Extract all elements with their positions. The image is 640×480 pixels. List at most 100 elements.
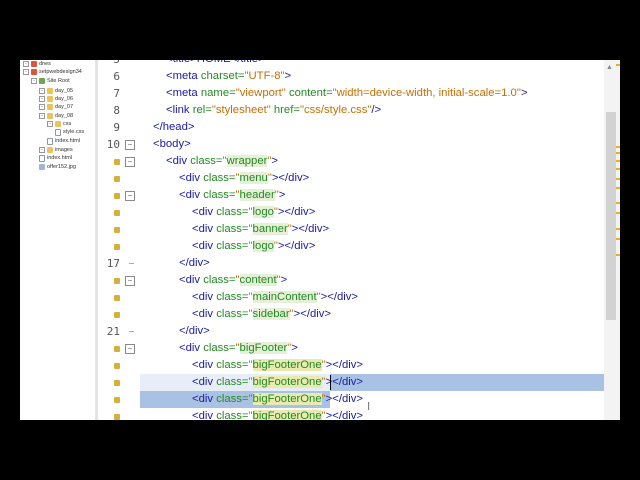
vertical-scrollbar[interactable]: ▲ xyxy=(604,60,620,420)
scrollbar-marker xyxy=(616,228,620,230)
expand-toggle-icon[interactable]: − xyxy=(47,121,53,127)
code-token: class= xyxy=(216,308,249,320)
folder-icon xyxy=(47,88,53,94)
tree-item[interactable]: − dnes xyxy=(23,60,51,68)
expand-toggle-icon[interactable]: − xyxy=(31,78,37,84)
code-line[interactable]: <div class="bigFooterOne"></div> xyxy=(192,374,363,391)
tree-item[interactable]: − day_06 xyxy=(39,95,73,103)
code-token: <link xyxy=(166,104,193,116)
tree-item[interactable]: style.css xyxy=(55,128,84,136)
code-line[interactable]: <div class="banner"></div> xyxy=(192,221,329,238)
code-token: </div> xyxy=(179,325,210,337)
tree-item[interactable]: − Site Root xyxy=(31,77,70,85)
tree-item[interactable]: index.html xyxy=(47,137,80,145)
expand-toggle-icon[interactable]: − xyxy=(39,113,45,119)
line-number: 9 xyxy=(113,121,120,134)
tree-item-label: day_06 xyxy=(55,96,74,102)
code-token: <meta xyxy=(166,70,201,82)
code-token: class= xyxy=(216,291,249,303)
tree-item[interactable]: − day_08 xyxy=(39,112,73,120)
code-token: bigFooter xyxy=(239,342,288,354)
image-file-icon xyxy=(39,164,45,170)
scrollbar-thumb[interactable] xyxy=(606,112,616,320)
code-line[interactable]: <div class="logo"></div> xyxy=(192,238,315,255)
code-token: class= xyxy=(203,172,236,184)
tree-item[interactable]: − day_07 xyxy=(39,103,73,111)
expand-toggle-icon[interactable]: − xyxy=(23,61,29,67)
code-line[interactable]: <div class="header"> xyxy=(179,187,285,204)
code-line[interactable]: <div class="wrapper"> xyxy=(166,153,278,170)
fold-toggle-icon[interactable]: − xyxy=(125,140,135,150)
code-line[interactable]: <link rel="stylesheet" href="css/style.c… xyxy=(166,102,381,119)
tree-item-label: index.html xyxy=(47,155,73,161)
code-line[interactable]: </head> xyxy=(153,119,194,136)
code-line[interactable]: <div class="mainContent"></div> xyxy=(192,289,358,306)
code-token: content xyxy=(239,274,277,286)
code-line[interactable]: <div class="bigFooterOne"></div> xyxy=(192,408,363,420)
code-token: <div xyxy=(179,189,204,201)
code-line[interactable]: <div class="bigFooterOne"></div> xyxy=(192,391,363,408)
code-token: > xyxy=(278,189,286,201)
tree-item-label: css xyxy=(63,121,72,127)
code-line[interactable]: <meta name="viewport" content="width=dev… xyxy=(166,85,527,102)
tree-item[interactable]: − images xyxy=(39,146,73,154)
code-line[interactable]: <div class="sidebar"></div> xyxy=(192,306,331,323)
lock-icon xyxy=(114,210,120,216)
code-token: ></div> xyxy=(325,393,364,405)
lock-icon xyxy=(114,312,120,318)
scrollbar-marker xyxy=(616,202,620,204)
code-token: ></div> xyxy=(277,206,316,218)
lock-icon xyxy=(114,244,120,250)
fold-toggle-icon[interactable]: − xyxy=(125,344,135,354)
lock-icon xyxy=(114,380,120,386)
code-token: banner xyxy=(252,223,288,235)
code-token: bigFooterOne xyxy=(252,359,322,371)
scrollbar-marker xyxy=(616,187,620,189)
scrollbar-marker xyxy=(616,238,620,240)
code-token: <div xyxy=(192,308,217,320)
lock-icon xyxy=(114,414,120,420)
tree-item[interactable]: − day_05 xyxy=(39,87,73,95)
code-token: " xyxy=(248,376,253,388)
code-token: "css/style.css" xyxy=(299,104,372,116)
code-line[interactable]: <meta charset="UTF-8"> xyxy=(166,68,291,85)
code-line[interactable]: <div class="content"> xyxy=(179,272,287,289)
tree-item-label: images xyxy=(55,147,73,153)
fold-toggle-icon[interactable]: − xyxy=(125,191,135,201)
expand-toggle-icon[interactable]: − xyxy=(23,69,29,75)
expand-toggle-icon[interactable]: − xyxy=(39,104,45,110)
line-number: 17 xyxy=(106,257,120,270)
scrollbar-marker xyxy=(616,152,620,154)
tree-item[interactable]: index.html xyxy=(39,154,72,162)
code-line[interactable]: <title>HOME</title> xyxy=(166,60,265,68)
code-token: </div> xyxy=(179,257,210,269)
expand-toggle-icon[interactable]: − xyxy=(39,96,45,102)
expand-toggle-icon[interactable]: − xyxy=(39,147,45,153)
scroll-up-icon[interactable]: ▲ xyxy=(606,64,613,71)
tree-item[interactable]: − css xyxy=(47,120,71,128)
scrollbar-marker xyxy=(616,64,620,66)
code-line[interactable]: </div> xyxy=(179,255,210,272)
expand-toggle-icon[interactable]: − xyxy=(39,88,45,94)
code-line[interactable]: <div class="menu"></div> xyxy=(179,170,309,187)
lock-icon xyxy=(114,295,120,301)
tree-item-label: day_08 xyxy=(55,113,74,119)
code-token: " xyxy=(248,410,253,420)
code-line[interactable]: <div class="bigFooterOne"></div> xyxy=(192,357,363,374)
line-number: 5 xyxy=(98,60,120,68)
site-root-icon xyxy=(39,78,45,84)
file-icon xyxy=(55,128,61,136)
code-token: " xyxy=(235,189,240,201)
fold-toggle-icon[interactable]: − xyxy=(125,157,135,167)
code-line[interactable]: <body> xyxy=(153,136,191,153)
code-token: <div xyxy=(192,223,217,235)
code-line[interactable]: <div class="logo"></div> xyxy=(192,204,315,221)
tree-item[interactable]: − setpwebdesign34 xyxy=(23,68,82,76)
fold-toggle-icon[interactable]: − xyxy=(125,276,135,286)
code-line[interactable]: </div> xyxy=(179,323,210,340)
code-token: class= xyxy=(203,274,236,286)
code-token: <div xyxy=(192,240,217,252)
code-token: > xyxy=(280,274,288,286)
code-line[interactable]: <div class="bigFooter"> xyxy=(179,340,298,357)
tree-item[interactable]: offer152.jpg xyxy=(39,163,76,171)
